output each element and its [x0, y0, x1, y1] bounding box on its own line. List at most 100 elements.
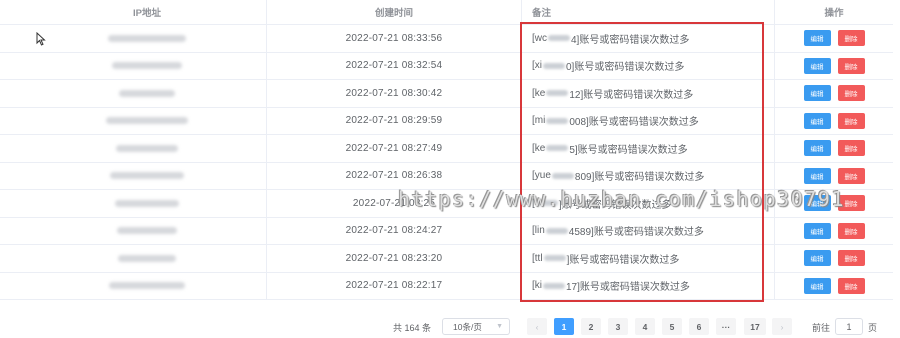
action-cell: 编辑 删除	[775, 135, 893, 162]
goto-page-input[interactable]: 1	[835, 318, 863, 335]
note-text: [yue 809]账号或密码错误次数过多	[532, 168, 704, 183]
page-button-2[interactable]: 2	[581, 318, 601, 335]
note-suffix: 4]账号或密码错误次数过多	[571, 34, 690, 46]
page-size-select[interactable]: 10条/页 ▼	[442, 318, 510, 335]
ip-redacted	[115, 199, 179, 207]
time-cell: 2022-07-21 08:26:38	[267, 162, 522, 189]
table-header: IP地址 创建时间 备注 操作	[0, 0, 893, 25]
note-text: [ke 5]账号或密码错误次数过多	[532, 141, 688, 156]
edit-button[interactable]: 编辑	[803, 57, 831, 74]
note-suffix: 12]账号或密码错误次数过多	[569, 89, 694, 101]
table-row: 2022-07-21 08:29:59 [mi 008]账号或密码错误次数过多 编辑删…	[0, 107, 893, 135]
page-size-label: 10条/页	[453, 321, 482, 332]
note-redacted	[543, 255, 566, 262]
edit-button[interactable]: 编辑	[803, 85, 831, 102]
ip-cell	[0, 135, 267, 162]
pagination: 共 164 条 10条/页 ▼ ‹ 1 2 3 4 5 6 ··· 17 › 前往 1 页	[0, 318, 900, 336]
ip-cell	[0, 107, 267, 134]
created-time: 2022-07-21 08:29:59	[345, 115, 443, 127]
edit-button[interactable]: 编辑	[803, 140, 831, 157]
time-cell: 2022-07-21 08:32:54	[267, 52, 522, 79]
time-cell: 2022-07-21 08:23:20	[267, 245, 522, 272]
page-button-6[interactable]: 6	[689, 318, 709, 335]
table-row: 2022-07-21 08:32:54 [xi 0]账号或密码错误次数过多 编辑 删除	[0, 52, 893, 80]
note-suffix: 0]账号或密码错误次数过多	[566, 62, 685, 74]
delete-button[interactable]: 删除	[837, 250, 865, 267]
header-action: 操作	[824, 8, 844, 19]
note-redacted	[543, 62, 565, 69]
note-cell: [wc 4]账号或密码错误次数过多	[522, 25, 775, 52]
note-cell: [ki 17]账号或密码错误次数过多	[522, 272, 775, 299]
delete-button[interactable]: 删除	[837, 112, 865, 129]
ip-redacted	[106, 117, 188, 125]
note-redacted	[546, 117, 569, 124]
table-row: 2022-07-21 08:30:42 [ke 12]账号或密码错误次数过多 编辑 删除	[0, 80, 893, 108]
mouse-cursor-icon	[36, 32, 46, 46]
action-cell: 编辑 删除	[775, 25, 893, 52]
note-cell: [lin 4589]账号或密码错误次数过多	[522, 217, 775, 244]
goto-unit: 页	[868, 323, 878, 333]
header-note: 备注	[522, 0, 775, 24]
note-prefix: [ke	[532, 142, 546, 154]
action-cell: 编辑 删除	[775, 53, 893, 80]
note-text: [ke 12]账号或密码错误次数过多	[532, 86, 693, 101]
data-table: IP地址 创建时间 备注 操作 2022-07-21 08:33:56 [wc 4]…	[0, 0, 893, 300]
table-row: 2022-07-21 08:23:20 [ttl]账号或密码错误次数过多 编辑 删除	[0, 245, 893, 273]
delete-button[interactable]: 删除	[837, 30, 865, 47]
note-cell: [ke 5]账号或密码错误次数过多	[522, 135, 775, 162]
note-redacted	[551, 172, 574, 179]
delete-button[interactable]: 删除	[837, 277, 865, 294]
delete-button[interactable]: 删除	[837, 222, 865, 239]
note-text: [lin 4589]账号或密码错误次数过多	[532, 223, 704, 238]
action-cell: 编辑 删除	[775, 163, 893, 190]
ip-redacted	[112, 62, 182, 70]
ip-cell	[0, 52, 267, 79]
created-time: 2022-07-21 08:23:20	[345, 252, 443, 264]
ip-redacted	[110, 172, 184, 180]
note-cell: [mi 008]账号或密码错误次数过多	[522, 107, 775, 134]
note-prefix: [wc	[532, 32, 547, 44]
edit-button[interactable]: 编辑	[803, 30, 831, 47]
prev-page-button[interactable]: ‹	[527, 318, 547, 335]
note-cell: [ttl]账号或密码错误次数过多	[522, 245, 775, 272]
note-suffix: ]账号或密码错误次数过多	[566, 254, 680, 266]
time-cell: 2022-07-21 08:27:49	[267, 135, 522, 162]
ip-cell	[0, 245, 267, 272]
page-button-5[interactable]: 5	[662, 318, 682, 335]
note-text: [xi 0]账号或密码错误次数过多	[532, 58, 684, 73]
action-cell: 编辑 删除	[775, 273, 893, 300]
delete-button[interactable]: 删除	[837, 167, 865, 184]
next-page-button[interactable]: ›	[772, 318, 792, 335]
table-row: 2022-07-21 08:26:38 [yue 809]账号或密码错误次数过多 编辑…	[0, 162, 893, 190]
edit-button[interactable]: 编辑	[803, 112, 831, 129]
page-button-17[interactable]: 17	[744, 318, 766, 335]
created-time: 2022-07-21 08:27:49	[345, 142, 443, 154]
edit-button[interactable]: 编辑	[803, 250, 831, 267]
note-cell: [yue 809]账号或密码错误次数过多	[522, 162, 775, 189]
delete-button[interactable]: 删除	[837, 57, 865, 74]
action-cell: 编辑 删除	[775, 80, 893, 107]
header-ip: IP地址	[0, 0, 267, 24]
edit-button[interactable]: 编辑	[803, 167, 831, 184]
created-time: 2022-07-21 08:33:56	[345, 32, 443, 44]
note-prefix: [mi	[532, 115, 546, 127]
header-time: 创建时间	[267, 0, 522, 24]
edit-button[interactable]: 编辑	[803, 222, 831, 239]
page-button-1[interactable]: 1	[554, 318, 574, 335]
more-pages-button[interactable]: ···	[716, 318, 736, 335]
note-suffix: 5]账号或密码错误次数过多	[569, 144, 688, 156]
edit-button[interactable]: 编辑	[803, 277, 831, 294]
time-cell: 2022-07-21 08:29:59	[267, 107, 522, 134]
page-button-3[interactable]: 3	[608, 318, 628, 335]
note-cell: [ke 12]账号或密码错误次数过多	[522, 80, 775, 107]
ip-cell	[0, 190, 267, 217]
note-text: [wc 4]账号或密码错误次数过多	[532, 31, 689, 46]
time-cell: 2022-07-21 08:30:42	[267, 80, 522, 107]
chevron-down-icon: ▼	[496, 323, 503, 330]
table-row: 2022-07-21 08:33:56 [wc 4]账号或密码错误次数过多 编辑 删除	[0, 25, 893, 53]
delete-button[interactable]: 删除	[837, 140, 865, 157]
ip-cell	[0, 80, 267, 107]
created-time: 2022-07-21 08:22:17	[345, 280, 443, 292]
delete-button[interactable]: 删除	[837, 85, 865, 102]
page-button-4[interactable]: 4	[635, 318, 655, 335]
